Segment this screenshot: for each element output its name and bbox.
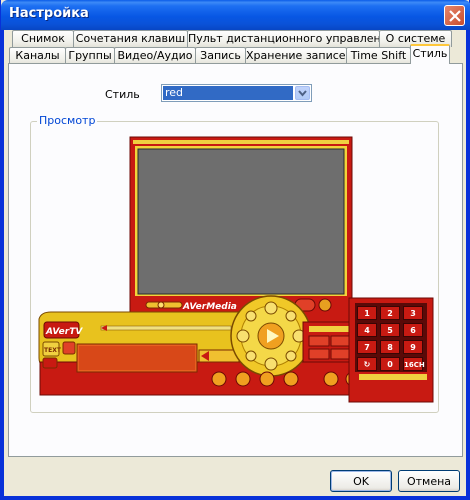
keypad: 1 2 3 4 5 6 7 8 9 ↻ 0 16CH — [357, 306, 425, 371]
tab-record[interactable]: Запись — [195, 47, 246, 64]
cancel-button[interactable]: Отмена — [398, 470, 460, 492]
style-select[interactable]: red — [161, 84, 312, 102]
tab-record-storage[interactable]: Хранение записей — [245, 47, 353, 64]
close-icon — [449, 10, 461, 22]
ok-button[interactable]: OK — [330, 470, 392, 492]
keypad-key: 0 — [380, 357, 400, 371]
avermedia-brand: AVerMedia — [182, 302, 237, 312]
settings-window: Настройка Снимок Сочетания клавиш Пульт … — [0, 0, 470, 500]
keypad-key: 16CH — [403, 357, 425, 371]
close-button[interactable] — [444, 5, 465, 26]
window-title: Настройка — [9, 6, 89, 21]
tab-style[interactable]: Стиль — [410, 44, 450, 64]
tab-time-shift[interactable]: Time Shift — [346, 47, 411, 64]
text-button: TEXT — [44, 347, 62, 354]
title-bar[interactable]: Настройка — [1, 0, 470, 30]
tab-row-2: Каналы Группы Видео/Аудио Запись Хранени… — [9, 44, 450, 64]
tab-channels[interactable]: Каналы — [9, 47, 66, 64]
style-tab-panel: Стиль red Просмотр AVerMedia AVerTV TEXT… — [8, 63, 463, 457]
keypad-key-cycle: ↻ — [357, 357, 377, 371]
tab-snapshot[interactable]: Снимок — [12, 30, 74, 47]
avertv-brand: AVerTV — [45, 327, 83, 337]
keypad-key: 2 — [380, 306, 400, 320]
keypad-key: 6 — [403, 323, 423, 337]
tab-video-audio[interactable]: Видео/Аудио — [114, 47, 196, 64]
chevron-down-icon[interactable] — [295, 86, 310, 100]
tab-remote-control[interactable]: Пульт дистанционного управления — [187, 30, 395, 47]
keypad-key: 5 — [380, 323, 400, 337]
tab-hotkeys[interactable]: Сочетания клавиш — [73, 30, 188, 47]
keypad-key: 8 — [380, 340, 400, 354]
keypad-key: 1 — [357, 306, 377, 320]
style-label: Стиль — [105, 88, 140, 101]
keypad-key: 9 — [403, 340, 423, 354]
keypad-key: 4 — [357, 323, 377, 337]
keypad-key: 7 — [357, 340, 377, 354]
keypad-key: 3 — [403, 306, 423, 320]
style-select-value: red — [163, 86, 293, 100]
tab-groups[interactable]: Группы — [65, 47, 115, 64]
preview-group: Просмотр AVerMedia AVerTV TEXT 1 2 3 4 5… — [30, 114, 439, 413]
tab-row-1: Снимок Сочетания клавиш Пульт дистанцион… — [12, 30, 452, 47]
